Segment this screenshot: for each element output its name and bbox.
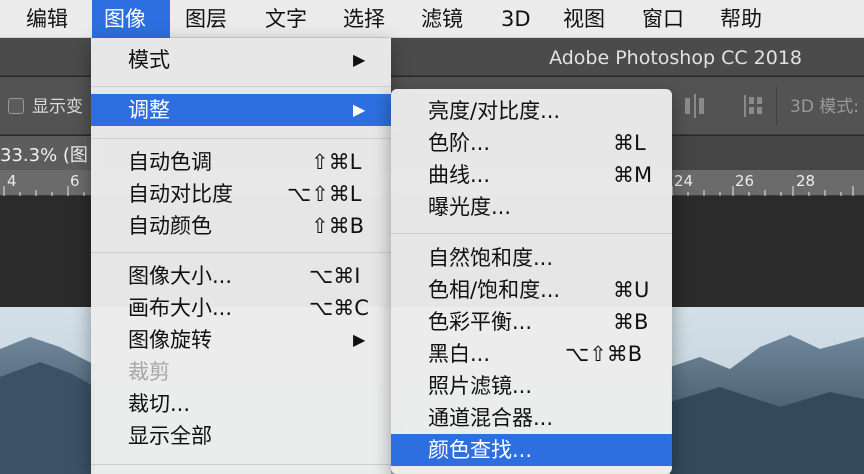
shortcut: ⌘M bbox=[613, 163, 653, 187]
shortcut: ⌥⌘C bbox=[309, 296, 369, 320]
ruler-label-4: 4 bbox=[7, 172, 17, 190]
ruler-label-6: 6 bbox=[70, 172, 80, 190]
menu-item-trim[interactable]: 裁切... bbox=[91, 388, 391, 420]
menu-item-curves[interactable]: 曲线... ⌘M bbox=[391, 159, 672, 191]
canvas-size-label: 画布大小... bbox=[128, 296, 233, 320]
menu-type[interactable]: 文字 bbox=[265, 0, 307, 38]
document-tab[interactable]: 33.3% (图 bbox=[0, 136, 100, 170]
menu-item-hue-saturation[interactable]: 色相/饱和度... ⌘U bbox=[391, 274, 672, 306]
menu-item-auto-color[interactable]: 自动颜色 ⇧⌘B bbox=[91, 210, 391, 242]
menu-item-channel-mixer[interactable]: 通道混合器... bbox=[391, 402, 672, 434]
brightness-contrast-label: 亮度/对比度... bbox=[428, 99, 561, 123]
adjustments-label: 调整 bbox=[128, 98, 170, 122]
document-tab-label: 33.3% (图 bbox=[0, 145, 88, 166]
menu-separator bbox=[91, 252, 391, 253]
options-divider bbox=[776, 87, 777, 125]
photo-filter-label: 照片滤镜... bbox=[428, 374, 533, 398]
auto-tone-label: 自动色调 bbox=[128, 150, 212, 174]
auto-color-label: 自动颜色 bbox=[128, 214, 212, 238]
shortcut: ⌥⇧⌘L bbox=[287, 182, 362, 206]
shortcut: ⌘B bbox=[613, 310, 649, 334]
chevron-right-icon: ▶ bbox=[353, 100, 366, 119]
menu-item-photo-filter[interactable]: 照片滤镜... bbox=[391, 370, 672, 402]
channel-mixer-label: 通道混合器... bbox=[428, 406, 554, 430]
app-title: Adobe Photoshop CC 2018 bbox=[549, 47, 802, 69]
crop-label: 裁剪 bbox=[128, 360, 170, 384]
menu-separator bbox=[91, 464, 391, 465]
menu-window[interactable]: 窗口 bbox=[642, 0, 684, 38]
image-rotation-label: 图像旋转 bbox=[128, 328, 212, 352]
shortcut: ⇧⌘B bbox=[311, 214, 365, 238]
trim-label: 裁切... bbox=[128, 392, 191, 416]
menu-help[interactable]: 帮助 bbox=[720, 0, 762, 38]
menu-select[interactable]: 选择 bbox=[343, 0, 385, 38]
menu-item-image-size[interactable]: 图像大小... ⌥⌘I bbox=[91, 260, 391, 292]
align-center-icon[interactable] bbox=[680, 91, 710, 121]
menu-item-color-lookup[interactable]: 颜色查找... bbox=[391, 434, 672, 466]
shortcut: ⌥⌘I bbox=[309, 264, 361, 288]
menu-item-auto-contrast[interactable]: 自动对比度 ⌥⇧⌘L bbox=[91, 178, 391, 210]
shortcut: ⇧⌘L bbox=[311, 150, 362, 174]
show-transform-label: 显示变 bbox=[32, 97, 83, 117]
menu-separator bbox=[391, 233, 672, 234]
ruler-label-26: 26 bbox=[735, 172, 755, 190]
menu-item-image-rotation[interactable]: 图像旋转 ▶ bbox=[91, 324, 391, 356]
shortcut: ⌥⇧⌘B bbox=[565, 342, 643, 366]
menu-item-canvas-size[interactable]: 画布大小... ⌥⌘C bbox=[91, 292, 391, 324]
image-menu: 模式 ▶ 调整 ▶ 自动色调 ⇧⌘L 自动对比度 ⌥⇧⌘L 自动颜色 ⇧⌘B 图… bbox=[91, 38, 391, 474]
chevron-right-icon: ▶ bbox=[353, 330, 366, 349]
menu-3d[interactable]: 3D bbox=[501, 0, 531, 38]
chevron-right-icon: ▶ bbox=[353, 50, 366, 69]
menu-view[interactable]: 视图 bbox=[563, 0, 605, 38]
levels-label: 色阶... bbox=[428, 131, 491, 155]
black-white-label: 黑白... bbox=[428, 342, 491, 366]
menu-separator bbox=[91, 86, 391, 87]
menu-edit[interactable]: 编辑 bbox=[26, 0, 68, 38]
reveal-all-label: 显示全部 bbox=[128, 424, 212, 448]
menu-layer[interactable]: 图层 bbox=[185, 0, 227, 38]
image-size-label: 图像大小... bbox=[128, 264, 233, 288]
menu-item-mode[interactable]: 模式 ▶ bbox=[91, 44, 391, 76]
menu-separator bbox=[91, 138, 391, 139]
menu-item-color-balance[interactable]: 色彩平衡... ⌘B bbox=[391, 306, 672, 338]
exposure-label: 曝光度... bbox=[428, 195, 512, 219]
shortcut: ⌘L bbox=[613, 131, 646, 155]
color-lookup-label: 颜色查找... bbox=[428, 438, 533, 462]
menu-item-auto-tone[interactable]: 自动色调 ⇧⌘L bbox=[91, 146, 391, 178]
menu-item-exposure[interactable]: 曝光度... bbox=[391, 191, 672, 223]
auto-contrast-label: 自动对比度 bbox=[128, 182, 233, 206]
mode-label: 模式 bbox=[128, 48, 170, 72]
menu-item-crop: 裁剪 bbox=[91, 356, 391, 388]
menu-image[interactable]: 图像 bbox=[92, 0, 170, 38]
vibrance-label: 自然饱和度... bbox=[428, 246, 554, 270]
curves-label: 曲线... bbox=[428, 163, 491, 187]
menu-item-reveal-all[interactable]: 显示全部 bbox=[91, 420, 391, 452]
menu-bar: 编辑 图像 图层 文字 选择 滤镜 3D 视图 窗口 帮助 bbox=[0, 0, 864, 38]
show-transform-checkbox[interactable] bbox=[8, 98, 24, 114]
menu-item-brightness-contrast[interactable]: 亮度/对比度... bbox=[391, 95, 672, 127]
color-balance-label: 色彩平衡... bbox=[428, 310, 533, 334]
hue-saturation-label: 色相/饱和度... bbox=[428, 278, 561, 302]
menu-item-levels[interactable]: 色阶... ⌘L bbox=[391, 127, 672, 159]
distribute-icon[interactable] bbox=[738, 91, 768, 121]
adjustments-submenu: 亮度/对比度... 色阶... ⌘L 曲线... ⌘M 曝光度... 自然饱和度… bbox=[391, 89, 672, 474]
ruler-label-24: 24 bbox=[674, 172, 694, 190]
menu-item-adjustments[interactable]: 调整 ▶ bbox=[91, 94, 391, 126]
3d-mode-label: 3D 模式: bbox=[790, 97, 860, 117]
menu-filter[interactable]: 滤镜 bbox=[421, 0, 463, 38]
menu-item-vibrance[interactable]: 自然饱和度... bbox=[391, 242, 672, 274]
ruler-label-28: 28 bbox=[796, 172, 816, 190]
menu-item-black-white[interactable]: 黑白... ⌥⇧⌘B bbox=[391, 338, 672, 370]
shortcut: ⌘U bbox=[613, 278, 650, 302]
